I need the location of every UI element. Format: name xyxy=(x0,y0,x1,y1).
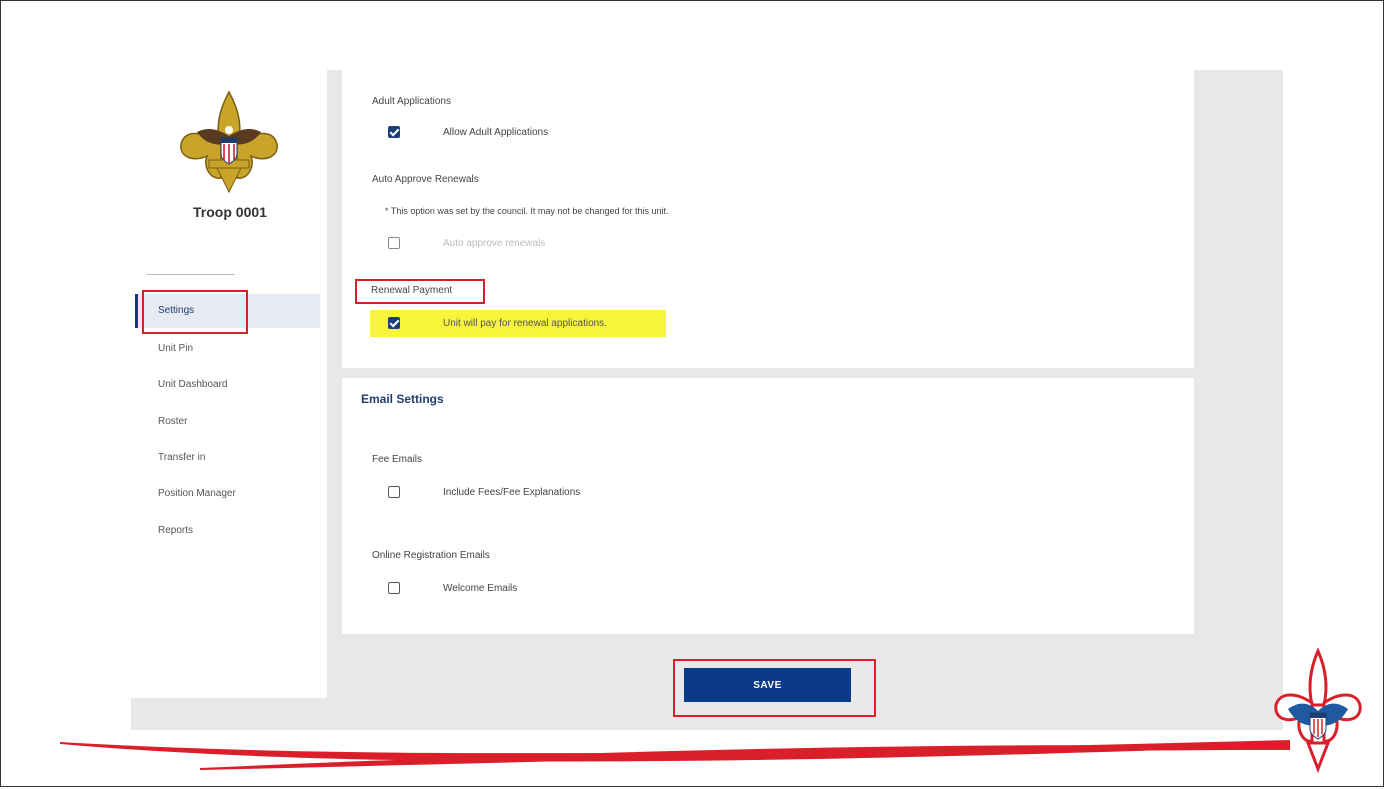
welcome-emails-checkbox[interactable] xyxy=(388,582,400,594)
scouts-fleur-de-lis-logo xyxy=(180,90,278,194)
unit-name: Troop 0001 xyxy=(193,204,267,220)
online-registration-emails-heading: Online Registration Emails xyxy=(372,550,490,561)
welcome-emails-label: Welcome Emails xyxy=(443,583,518,594)
auto-approve-renewals-label: Auto approve renewals xyxy=(443,238,546,249)
auto-approve-council-note: * This option was set by the council. It… xyxy=(385,206,669,216)
unit-pays-renewals-checkbox[interactable] xyxy=(388,317,400,329)
sidebar-item-unit-pin[interactable]: Unit Pin xyxy=(158,343,193,354)
decorative-swoosh xyxy=(60,740,1290,770)
sidebar-active-indicator xyxy=(135,294,138,328)
annotation-box-settings xyxy=(142,290,248,334)
save-button[interactable]: SAVE xyxy=(684,668,851,702)
sidebar-item-unit-dashboard[interactable]: Unit Dashboard xyxy=(158,379,227,390)
annotation-box-renewal-payment xyxy=(355,279,485,304)
unit-pays-renewals-label: Unit will pay for renewal applications. xyxy=(443,318,607,329)
scouts-emblem-corner xyxy=(1274,647,1362,774)
allow-adult-applications-checkbox[interactable] xyxy=(388,126,400,138)
email-settings-panel xyxy=(342,378,1194,634)
auto-approve-renewals-checkbox[interactable] xyxy=(388,237,400,249)
sidebar-item-reports[interactable]: Reports xyxy=(158,525,193,536)
allow-adult-applications-label: Allow Adult Applications xyxy=(443,127,549,138)
fee-emails-heading: Fee Emails xyxy=(372,454,423,465)
email-settings-title: Email Settings xyxy=(361,392,444,406)
sidebar-item-roster[interactable]: Roster xyxy=(158,416,187,427)
include-fees-checkbox[interactable] xyxy=(388,486,400,498)
sidebar-item-transfer-in[interactable]: Transfer in xyxy=(158,452,205,463)
sidebar-divider xyxy=(147,274,235,275)
adult-applications-heading: Adult Applications xyxy=(372,96,451,107)
sidebar-item-position-manager[interactable]: Position Manager xyxy=(158,488,236,499)
auto-approve-heading: Auto Approve Renewals xyxy=(372,174,479,185)
include-fees-label: Include Fees/Fee Explanations xyxy=(443,487,581,498)
